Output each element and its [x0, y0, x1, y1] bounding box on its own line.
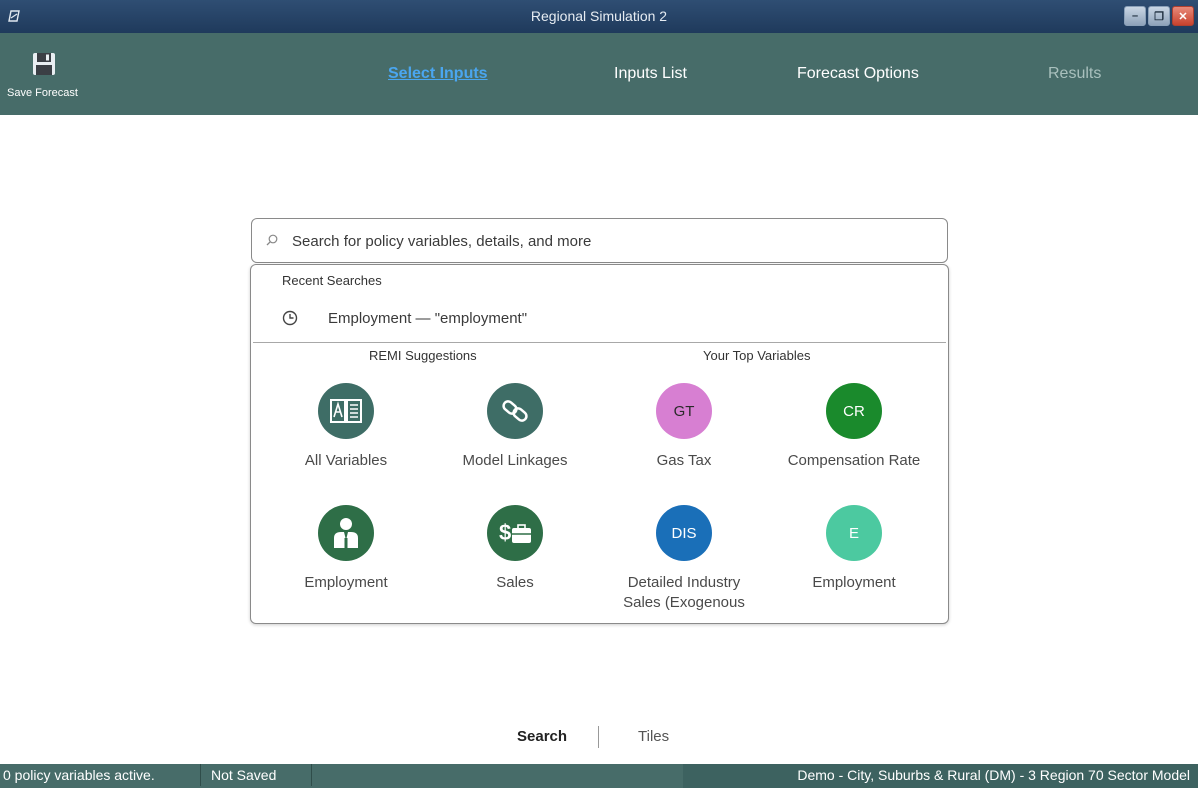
search-icon — [266, 234, 278, 246]
tile-label: Model Linkages — [462, 452, 568, 469]
save-forecast-label: Save Forecast — [7, 87, 78, 99]
tile-model-linkages[interactable]: Model Linkages — [440, 383, 590, 471]
recent-search-label: Employment — "employment" — [328, 309, 528, 327]
employment-badge: E — [826, 505, 882, 561]
tab-results: Results — [1048, 65, 1102, 82]
view-tiles-toggle[interactable]: Tiles — [638, 728, 669, 745]
money-briefcase-icon: $ — [487, 505, 543, 561]
tile-label: All Variables — [304, 452, 388, 469]
tile-employment-suggestion[interactable]: Employment — [271, 505, 421, 593]
detailed-industry-sales-badge: DIS — [656, 505, 712, 561]
save-forecast-button[interactable]: Save Forecast — [5, 51, 95, 106]
tile-detailed-industry-sales[interactable]: DIS Detailed Industry Sales (Exogenous — [609, 505, 759, 613]
search-input[interactable] — [290, 229, 934, 253]
tile-sales[interactable]: $ Sales — [440, 505, 590, 593]
recent-search-item[interactable]: Employment — "employment" — [281, 305, 921, 331]
svg-text:$: $ — [499, 520, 511, 545]
tab-inputs-list[interactable]: Inputs List — [614, 65, 687, 83]
search-dropdown: Recent Searches Employment — "employment… — [250, 264, 949, 624]
worker-icon — [318, 505, 374, 561]
restore-icon[interactable]: ❐ — [1148, 6, 1170, 26]
toggle-separator — [598, 726, 599, 748]
clock-icon — [282, 310, 298, 326]
view-toggle: Search Tiles — [0, 726, 1198, 748]
recent-searches-heading: Recent Searches — [282, 273, 382, 288]
gas-tax-badge: GT — [656, 383, 712, 439]
remi-suggestions-heading: REMI Suggestions — [369, 348, 477, 363]
window-title: Regional Simulation 2 — [530, 8, 668, 24]
view-search-toggle[interactable]: Search — [517, 728, 567, 745]
tile-label: Detailed Industry Sales (Exogenous — [623, 574, 745, 611]
compensation-rate-badge: CR — [826, 383, 882, 439]
close-icon[interactable]: ✕ — [1172, 6, 1194, 26]
chain-link-icon — [487, 383, 543, 439]
status-model: Demo - City, Suburbs & Rural (DM) - 3 Re… — [797, 767, 1190, 783]
section-divider — [253, 342, 946, 343]
tile-label: Gas Tax — [656, 452, 712, 469]
floppy-disk-icon — [33, 53, 55, 75]
tile-label: Sales — [496, 574, 534, 591]
status-active-count: 0 policy variables active. — [0, 764, 201, 786]
tile-compensation-rate[interactable]: CR Compensation Rate — [779, 383, 929, 471]
tile-label: Compensation Rate — [787, 452, 921, 469]
tab-select-inputs[interactable]: Select Inputs — [388, 65, 488, 83]
tile-label: Employment — [812, 574, 896, 591]
tile-gas-tax[interactable]: GT Gas Tax — [609, 383, 759, 471]
status-saved: Not Saved — [201, 764, 312, 786]
status-bar: 0 policy variables active. Not Saved Dem… — [0, 764, 1198, 788]
title-bar: Regional Simulation 2 – ❐ ✕ — [0, 0, 1198, 33]
tile-label: Employment — [304, 574, 388, 591]
top-variables-heading: Your Top Variables — [703, 348, 811, 363]
tab-forecast-options[interactable]: Forecast Options — [797, 65, 919, 83]
tile-all-variables[interactable]: All Variables — [271, 383, 421, 471]
book-icon — [318, 383, 374, 439]
main-toolbar: Save Forecast Select Inputs Inputs List … — [0, 33, 1198, 115]
window-controls: – ❐ ✕ — [1124, 6, 1194, 26]
search-box[interactable] — [251, 218, 948, 263]
minimize-icon[interactable]: – — [1124, 6, 1146, 26]
tile-employment-top[interactable]: E Employment — [779, 505, 929, 593]
